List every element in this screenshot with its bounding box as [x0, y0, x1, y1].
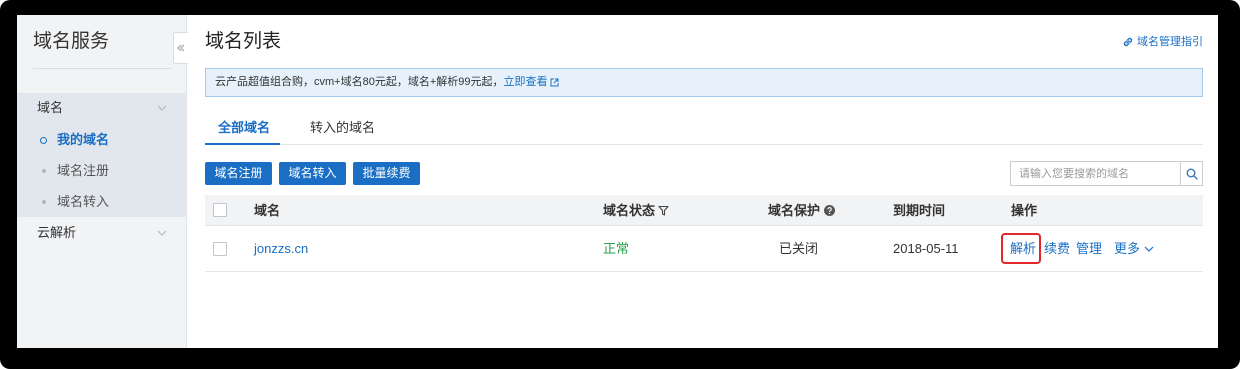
link-icon: [1122, 36, 1134, 48]
tab-bar: 全部域名 转入的域名: [205, 115, 1203, 145]
sidebar-item-label: 我的域名: [57, 132, 110, 147]
sidebar-item-domain-register[interactable]: 域名注册: [17, 156, 186, 186]
guide-link[interactable]: 域名管理指引: [1122, 34, 1203, 50]
protection-text: 已关闭: [779, 241, 819, 256]
batch-renew-button[interactable]: 批量续费: [353, 162, 420, 185]
sidebar-item-domain-transfer[interactable]: 域名转入: [17, 187, 186, 217]
promo-banner: 云产品超值组合购，cvm+域名80元起，域名+解析99元起， 立即查看: [205, 68, 1203, 97]
search-input[interactable]: [1010, 161, 1181, 186]
table-row: jonzzs.cn 正常 已关闭 2018-05-11 解析 续费 管理 更多: [205, 226, 1203, 272]
filter-icon[interactable]: [658, 205, 669, 216]
tab-label: 转入的域名: [310, 120, 376, 135]
register-domain-button[interactable]: 域名注册: [205, 162, 272, 185]
sidebar-collapse-button[interactable]: [173, 32, 188, 64]
sidebar-group-cloud-dns[interactable]: 云解析: [17, 218, 186, 248]
sidebar-item-label: 域名注册: [57, 163, 110, 178]
bullet-icon: [42, 169, 46, 173]
action-more-dropdown[interactable]: 更多: [1114, 226, 1154, 272]
domain-table: 域名 域名状态 域名保护 到期时间 操作 jonzzs.cn 正常 已关闭 20…: [205, 195, 1203, 273]
action-renew-link[interactable]: 续费: [1044, 226, 1070, 272]
main-content: 域名列表 域名管理指引 云产品超值组合购，cvm+域名80元起，域名+解析99元…: [187, 15, 1218, 348]
sidebar-divider: [33, 68, 171, 69]
active-tab-indicator: [205, 143, 280, 145]
banner-text: 云产品超值组合购，cvm+域名80元起，域名+解析99元起，: [215, 76, 504, 88]
action-more-label: 更多: [1114, 241, 1141, 256]
chevron-down-icon: [157, 105, 167, 111]
chevron-down-icon: [157, 230, 167, 236]
expiry-date: 2018-05-11: [893, 241, 959, 256]
double-chevron-left-icon: [177, 44, 185, 52]
column-header-status: 域名状态: [603, 203, 656, 218]
tab-label: 全部域名: [218, 120, 271, 135]
transfer-domain-button[interactable]: 域名转入: [279, 162, 346, 185]
search-icon: [1186, 168, 1198, 180]
sidebar: 域名服务 域名 我的域名 域名注册 域名转入 云解析: [17, 15, 187, 348]
row-checkbox[interactable]: [213, 242, 227, 256]
table-header: 域名 域名状态 域名保护 到期时间 操作: [205, 195, 1203, 226]
sidebar-item-my-domains[interactable]: 我的域名: [17, 125, 186, 155]
screenshot-frame: 域名服务 域名 我的域名 域名注册 域名转入 云解析 域名列表 域名管理指引 云…: [0, 0, 1240, 369]
page-title: 域名列表: [205, 31, 282, 52]
banner-link[interactable]: 立即查看: [503, 69, 559, 96]
status-text: 正常: [603, 241, 630, 256]
select-all-checkbox[interactable]: [213, 203, 227, 217]
tab-transferred-domains[interactable]: 转入的域名: [310, 118, 375, 138]
console-window: 域名服务 域名 我的域名 域名注册 域名转入 云解析 域名列表 域名管理指引 云…: [17, 15, 1218, 348]
column-header-expiry: 到期时间: [893, 203, 946, 218]
chevron-down-icon: [1144, 246, 1154, 252]
action-resolve-link[interactable]: 解析: [1010, 226, 1036, 272]
column-header-domain: 域名: [254, 203, 281, 218]
domain-link[interactable]: jonzzs.cn: [254, 226, 308, 272]
external-link-icon: [550, 78, 559, 87]
sidebar-group-domain[interactable]: 域名: [17, 93, 186, 123]
guide-link-label: 域名管理指引: [1137, 36, 1203, 48]
sidebar-title: 域名服务: [33, 31, 110, 52]
column-header-actions: 操作: [1011, 203, 1038, 218]
column-header-protection: 域名保护: [768, 203, 821, 218]
question-circle-icon[interactable]: [824, 205, 835, 216]
sidebar-item-label: 域名转入: [57, 194, 110, 209]
active-bullet-icon: [40, 137, 47, 144]
bullet-icon: [42, 200, 46, 204]
search-button[interactable]: [1181, 161, 1203, 186]
banner-link-label: 立即查看: [503, 76, 548, 88]
sidebar-group-label: 云解析: [37, 225, 77, 240]
tab-all-domains[interactable]: 全部域名: [218, 118, 270, 138]
action-manage-link[interactable]: 管理: [1076, 226, 1102, 272]
sidebar-group-label: 域名: [37, 100, 64, 115]
